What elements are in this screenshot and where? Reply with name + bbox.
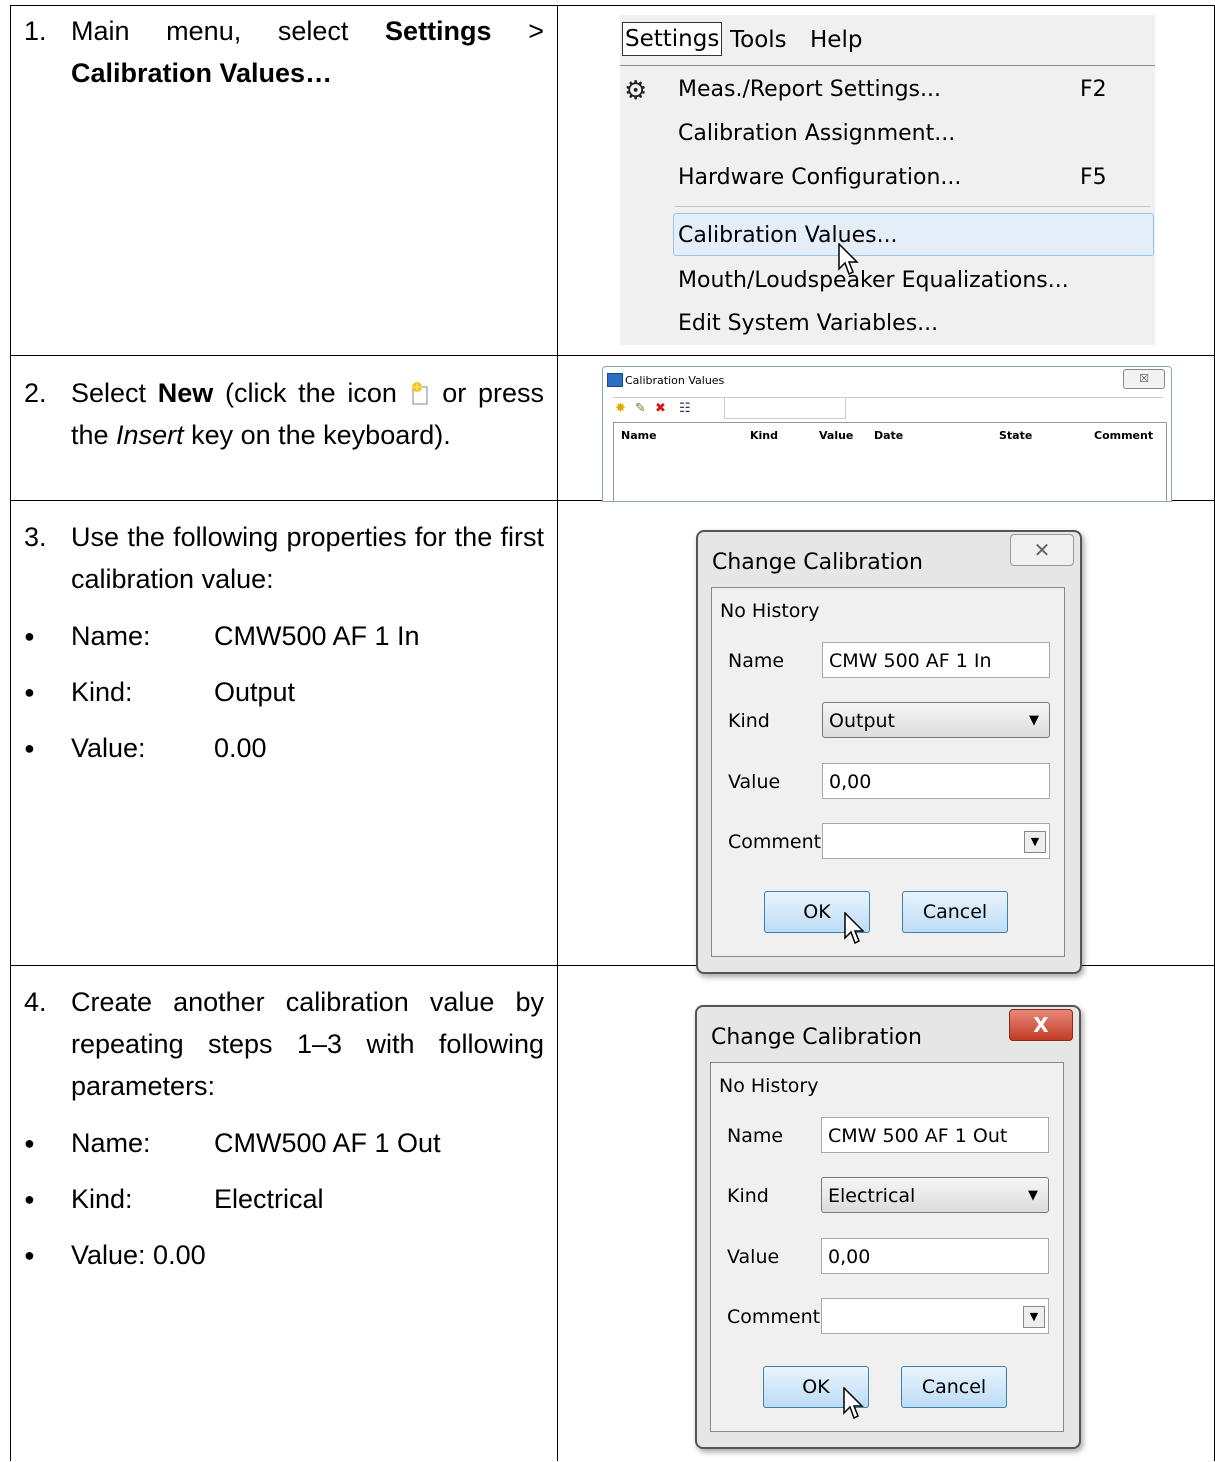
new-icon (409, 375, 431, 405)
list-item: ● Name: CMW500 AF 1 Out (24, 1128, 441, 1158)
new-icon[interactable]: ✸ (615, 401, 626, 416)
column-header[interactable]: Value (819, 429, 853, 442)
kind-select[interactable]: Output ▼ (822, 702, 1050, 738)
shortcut-key: F2 (1080, 77, 1107, 102)
column-header[interactable]: Kind (750, 429, 778, 442)
table-column-divider (557, 5, 558, 1461)
menu-settings[interactable]: Settings (622, 22, 723, 56)
menu-item-hardware-configuration[interactable]: Hardware Configuration... (678, 165, 961, 190)
cancel-button[interactable]: Cancel (901, 1366, 1007, 1408)
name-label: Name (727, 1125, 784, 1147)
menu-help[interactable]: Help (810, 27, 862, 53)
close-button[interactable]: ☒ (1123, 369, 1165, 389)
list-item: ● Value: 0.00 (24, 733, 267, 763)
change-calibration-dialog: Change Calibration X No History Name CMW… (695, 1005, 1081, 1449)
menu-tools[interactable]: Tools (730, 27, 787, 53)
column-header[interactable]: State (999, 429, 1032, 442)
kind-label: Kind (728, 710, 770, 732)
step-1-text: 1. Main menu, select Settings > Calibrat… (24, 10, 544, 94)
menu-item-mouth-loudspeaker-equalizations[interactable]: Mouth/Loudspeaker Equalizations... (678, 268, 1069, 293)
menu-divider (675, 206, 1151, 207)
gear-icon: ⚙ (624, 76, 648, 106)
list-item: ● Name: CMW500 AF 1 In (24, 621, 420, 651)
settings-menu-screenshot: Settings Tools Help ⚙ Meas./Report Setti… (620, 15, 1155, 345)
step-number: 2. (24, 378, 47, 408)
toolbar: ✸ ✎ ✖ ☷ (613, 397, 1163, 420)
comment-combo[interactable]: ▼ (821, 1298, 1049, 1334)
shortcut-key: F5 (1080, 165, 1107, 190)
step-3-text: 3. Use the following properties for the … (24, 516, 544, 776)
kind-select[interactable]: Electrical ▼ (821, 1177, 1049, 1213)
app-icon (607, 373, 623, 387)
step-number: 3. (24, 522, 47, 552)
step-4-text: 4. Create another calibration value by r… (24, 981, 544, 1283)
history-label: No History (720, 600, 820, 622)
tree-icon[interactable]: ☷ (679, 401, 691, 416)
name-field[interactable]: CMW 500 AF 1 In (822, 642, 1050, 678)
chevron-down-icon[interactable]: ▼ (1023, 1306, 1045, 1328)
list-item: ● Value: 0.00 (24, 1240, 206, 1270)
calibration-values-window: Calibration Values ☒ ✸ ✎ ✖ ☷ Name Kind V… (602, 366, 1172, 502)
comment-label: Comment (727, 1306, 821, 1328)
dialog-title: Change Calibration (711, 1025, 922, 1050)
kind-label: Kind (727, 1185, 769, 1207)
column-header[interactable]: Comment (1094, 429, 1153, 442)
table-border-left (10, 5, 11, 1461)
list-item: ● Kind: Electrical (24, 1184, 324, 1214)
chevron-down-icon: ▼ (1029, 713, 1039, 728)
list-item: ● Kind: Output (24, 677, 296, 707)
comment-label: Comment (728, 831, 822, 853)
step-number: 1. (24, 16, 47, 46)
toolbar-field[interactable] (724, 397, 846, 419)
delete-icon[interactable]: ✖ (655, 401, 666, 416)
menu-item-edit-system-variables[interactable]: Edit System Variables... (678, 311, 938, 336)
menu-divider (620, 65, 1155, 66)
edit-icon[interactable]: ✎ (635, 401, 646, 416)
column-header[interactable]: Date (874, 429, 903, 442)
value-field[interactable]: 0,00 (822, 763, 1050, 799)
step-number: 4. (24, 987, 47, 1017)
mouse-cursor-icon (838, 243, 859, 276)
chevron-down-icon: ▼ (1028, 1188, 1038, 1203)
mouse-cursor-icon (843, 1387, 864, 1420)
name-field[interactable]: CMW 500 AF 1 Out (821, 1117, 1049, 1153)
menu-item-calibration-assignment[interactable]: Calibration Assignment... (678, 121, 955, 146)
dialog-title: Change Calibration (712, 550, 923, 575)
cancel-button[interactable]: Cancel (902, 891, 1008, 933)
history-label: No History (719, 1075, 819, 1097)
menu-item-meas-report-settings[interactable]: Meas./Report Settings... (678, 77, 941, 102)
close-button[interactable]: ✕ (1010, 534, 1074, 566)
value-label: Value (727, 1246, 780, 1268)
dialog-body: No History Name CMW 500 AF 1 Out Kind El… (710, 1062, 1064, 1432)
chevron-down-icon[interactable]: ▼ (1024, 831, 1046, 853)
comment-combo[interactable]: ▼ (822, 823, 1050, 859)
name-label: Name (728, 650, 785, 672)
dialog-body: No History Name CMW 500 AF 1 In Kind Out… (711, 587, 1065, 957)
window-title: Calibration Values (625, 374, 725, 387)
close-button[interactable]: X (1009, 1009, 1073, 1041)
column-header[interactable]: Name (621, 429, 657, 442)
value-field[interactable]: 0,00 (821, 1238, 1049, 1274)
value-label: Value (728, 771, 781, 793)
menu-item-calibration-values[interactable]: Calibration Values... (678, 223, 898, 248)
step-2-text: 2. Select New (click the icon or press t… (24, 372, 544, 456)
mouse-cursor-icon (844, 912, 865, 945)
change-calibration-dialog: Change Calibration ✕ No History Name CMW… (696, 530, 1082, 974)
menu-bar: Settings Tools Help (620, 15, 1155, 65)
